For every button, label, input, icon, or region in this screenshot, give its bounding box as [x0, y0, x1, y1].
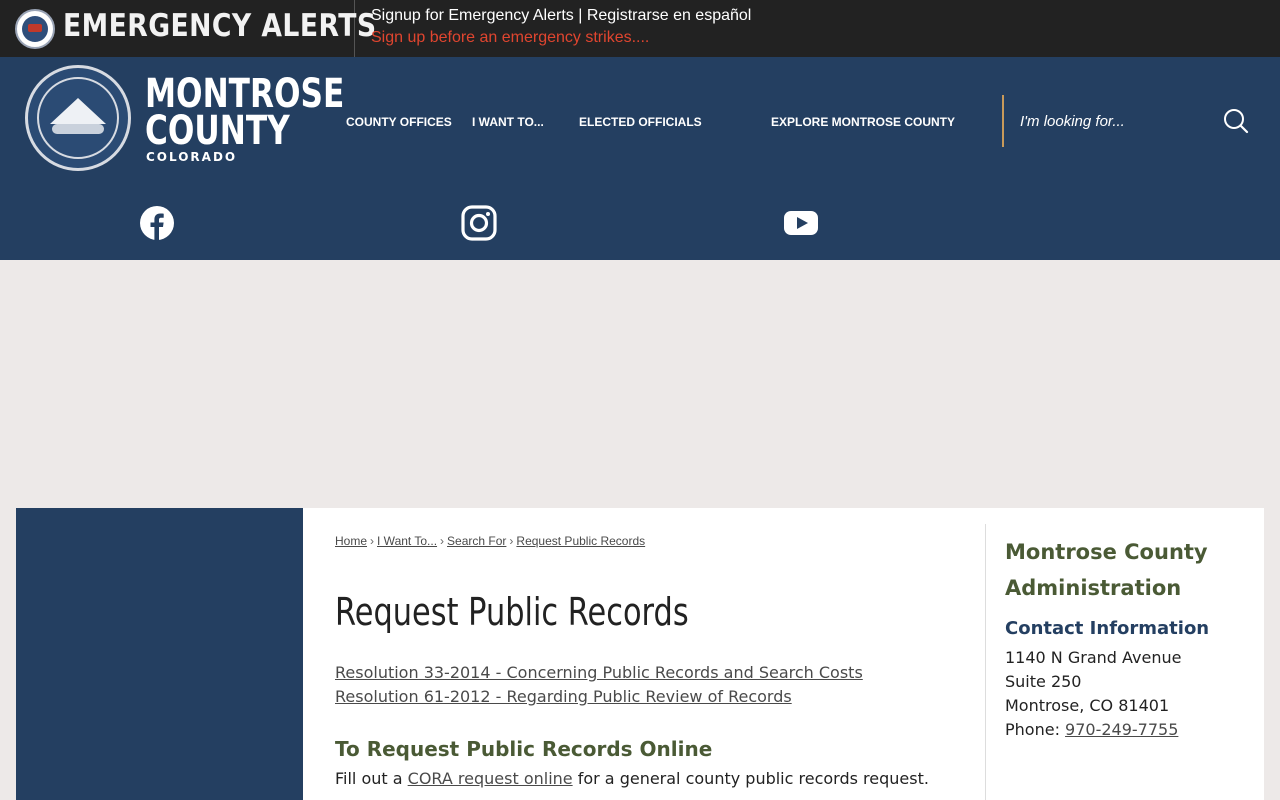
youtube-icon[interactable]: [783, 205, 819, 241]
breadcrumb: Home › I Want To... › Search For › Request Pub…: [335, 534, 646, 548]
contact-phone: Phone: 970-249-7755: [1005, 720, 1179, 739]
search-icon[interactable]: [1222, 107, 1250, 135]
breadcrumb-i-want-to[interactable]: I Want To...: [377, 534, 437, 548]
side-navigation: [16, 508, 303, 800]
page-title: Request Public Records: [335, 590, 689, 634]
breadcrumb-request-public-records[interactable]: Request Public Records: [516, 534, 645, 548]
nav-county-offices[interactable]: COUNTY OFFICES: [346, 115, 452, 129]
emergency-alerts-title: EMERGENCY ALERTS: [63, 8, 377, 44]
nav-i-want-to[interactable]: I WANT TO...: [472, 115, 544, 129]
department-title: Montrose County Administration: [1005, 540, 1208, 600]
breadcrumb-search-for[interactable]: Search For: [447, 534, 506, 548]
instagram-icon[interactable]: [461, 205, 497, 241]
brand-state: COLORADO: [146, 150, 238, 164]
alerts-signup-link[interactable]: Signup for Emergency Alerts | Registrars…: [371, 7, 751, 25]
contact-heading: Contact Information: [1005, 618, 1210, 639]
nav-elected-officials[interactable]: ELECTED OFFICIALS: [579, 115, 702, 129]
column-divider: [985, 524, 986, 800]
cora-request-link[interactable]: CORA request online: [408, 769, 573, 788]
phone-link[interactable]: 970-249-7755: [1065, 720, 1178, 739]
resolution-61-2012-link[interactable]: Resolution 61-2012 - Regarding Public Re…: [335, 687, 792, 706]
contact-address-line1: 1140 N Grand Avenue: [1005, 648, 1182, 667]
emergency-alert-bar: EMERGENCY ALERTS Signup for Emergency Al…: [0, 0, 1280, 57]
county-seal-logo[interactable]: [25, 65, 131, 171]
nav-explore-montrose-county[interactable]: EXPLORE MONTROSE COUNTY: [771, 115, 955, 129]
search-box: [1002, 95, 1262, 147]
resolution-33-2014-link[interactable]: Resolution 33-2014 - Concerning Public R…: [335, 663, 863, 682]
contact-address-line2: Suite 250: [1005, 672, 1082, 691]
alerts-tagline[interactable]: Sign up before an emergency strikes....: [371, 29, 649, 47]
cora-instructions: Fill out a CORA request online for a gen…: [335, 769, 929, 788]
site-header: MONTROSE COUNTY COLORADO COUNTY OFFICES …: [0, 57, 1280, 260]
contact-city: Montrose, CO 81401: [1005, 696, 1170, 715]
facebook-icon[interactable]: [139, 205, 175, 241]
emergency-alerts-badge[interactable]: EMERGENCY ALERTS: [0, 0, 376, 57]
search-input[interactable]: [1020, 107, 1220, 135]
brand-name-line2[interactable]: COUNTY: [145, 111, 290, 151]
section-heading: To Request Public Records Online: [335, 737, 713, 761]
alerts-seal-icon: [15, 9, 55, 49]
breadcrumb-home[interactable]: Home: [335, 534, 367, 548]
